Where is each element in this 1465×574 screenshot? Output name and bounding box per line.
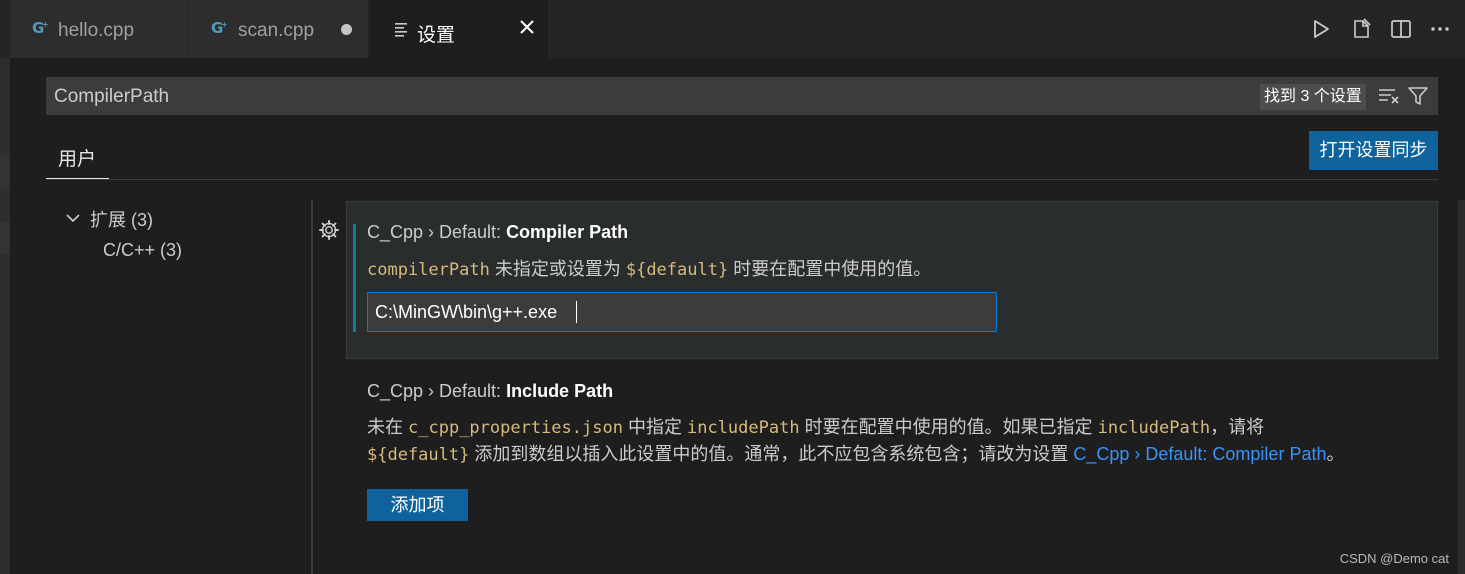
scrollbar[interactable] bbox=[1458, 200, 1465, 574]
setting-description-line2: ${default} 添加到数组以插入此设置中的值。通常，此不应包含系统包含；请… bbox=[367, 440, 1344, 466]
split-editor-icon[interactable] bbox=[1389, 17, 1413, 41]
close-icon[interactable] bbox=[516, 16, 538, 38]
compiler-path-value: C:\MinGW\bin\g++.exe bbox=[375, 302, 558, 322]
open-settings-json-icon[interactable] bbox=[1350, 17, 1374, 41]
toc-divider[interactable] bbox=[311, 200, 313, 574]
desc-text: 中指定 bbox=[622, 417, 687, 437]
add-item-button[interactable]: 添加项 bbox=[367, 489, 468, 521]
setting-description-line1: 未在 c_cpp_properties.json 中指定 includePath… bbox=[367, 413, 1264, 439]
tab-settings[interactable]: 设置 bbox=[369, 0, 549, 58]
setting-name: Include Path bbox=[506, 381, 614, 401]
filter-icon[interactable] bbox=[1407, 85, 1429, 107]
tab-scan-cpp[interactable]: G + scan.cpp bbox=[189, 0, 369, 58]
run-icon[interactable] bbox=[1309, 17, 1333, 41]
tab-user-label: 用户 bbox=[58, 149, 97, 170]
setting-name: Compiler Path bbox=[506, 222, 629, 242]
code-span: c_cpp_properties.json bbox=[408, 418, 623, 438]
text-cursor bbox=[576, 301, 577, 323]
svg-text:+: + bbox=[221, 20, 228, 29]
search-value: CompilerPath bbox=[54, 86, 170, 107]
tab-hello-cpp[interactable]: G + hello.cpp bbox=[10, 0, 189, 58]
code-span: ${default} bbox=[367, 445, 470, 465]
divider bbox=[46, 179, 1438, 180]
compiler-path-link[interactable]: C_Cpp › Default: Compiler Path bbox=[1073, 444, 1326, 464]
code-span: ${default} bbox=[625, 260, 729, 280]
desc-text: 未指定或设置为 bbox=[489, 259, 626, 279]
toc-cpp[interactable]: C/C++ (3) bbox=[103, 240, 182, 261]
settings-search-input[interactable]: CompilerPath bbox=[46, 77, 1438, 115]
desc-text: 添加到数组以插入此设置中的值。通常，此不应包含系统包含；请改为设置 bbox=[469, 444, 1074, 464]
setting-title: C_Cpp › Default: Include Path bbox=[367, 381, 613, 402]
editor-tab-bar: G + hello.cpp G + scan.cpp 设置 bbox=[0, 0, 1465, 58]
more-actions-icon[interactable] bbox=[1428, 17, 1452, 41]
settings-sync-button[interactable]: 打开设置同步 bbox=[1309, 131, 1438, 170]
setting-title: C_Cpp › Default: Compiler Path bbox=[367, 222, 628, 243]
desc-text: 。 bbox=[1326, 444, 1345, 464]
compiler-path-input[interactable]: C:\MinGW\bin\g++.exe bbox=[367, 292, 997, 332]
settings-file-icon bbox=[395, 23, 407, 37]
activity-bar-edge bbox=[0, 0, 10, 574]
unsaved-dot-icon[interactable] bbox=[341, 24, 352, 35]
desc-text: 未在 bbox=[367, 417, 409, 437]
modified-indicator bbox=[353, 224, 356, 332]
cpp-file-icon: G + bbox=[32, 19, 49, 36]
code-span: includePath bbox=[1097, 418, 1211, 438]
desc-text: 时要在配置中使用的值。 bbox=[728, 259, 932, 279]
tab-user-settings[interactable]: 用户 bbox=[46, 136, 109, 179]
tab-label: scan.cpp bbox=[238, 20, 315, 41]
code-span: compilerPath bbox=[367, 260, 490, 280]
tab-label: 设置 bbox=[417, 25, 456, 46]
watermark: CSDN @Demo cat bbox=[1339, 551, 1449, 566]
desc-text: 时要在配置中使用的值。如果已指定 bbox=[799, 417, 1098, 437]
tab-label: hello.cpp bbox=[58, 20, 135, 41]
result-count-badge: 找到 3 个设置 bbox=[1260, 84, 1366, 110]
desc-text: ，请将 bbox=[1210, 417, 1265, 437]
code-span: includePath bbox=[686, 418, 800, 438]
sidebar-fragment bbox=[0, 155, 10, 189]
clear-filter-icon[interactable] bbox=[1377, 86, 1401, 106]
setting-category: C_Cpp › Default: bbox=[367, 381, 507, 401]
cpp-file-icon: G + bbox=[211, 19, 228, 36]
setting-description: compilerPath 未指定或设置为 ${default} 时要在配置中使用… bbox=[367, 255, 931, 281]
sidebar-fragment bbox=[0, 222, 10, 254]
setting-category: C_Cpp › Default: bbox=[367, 222, 507, 242]
toc-extensions[interactable]: 扩展 (3) bbox=[90, 206, 153, 232]
gear-icon[interactable] bbox=[317, 218, 341, 242]
chevron-down-icon[interactable] bbox=[64, 209, 82, 227]
svg-text:+: + bbox=[42, 20, 49, 29]
